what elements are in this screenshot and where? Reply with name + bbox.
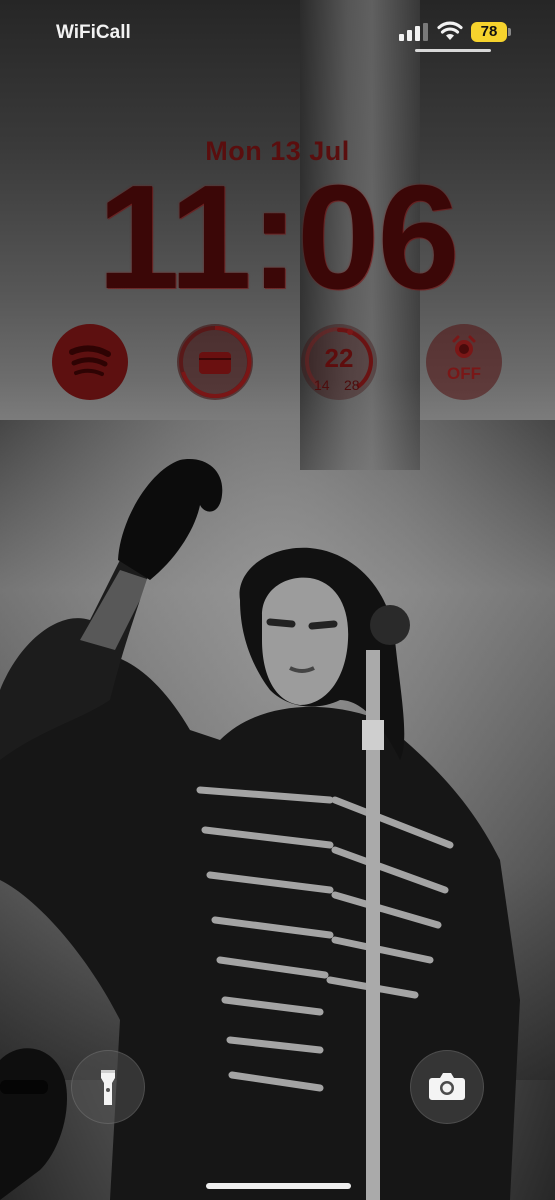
- alarm-status: OFF: [447, 364, 481, 383]
- status-bar: WiFiCall 78: [0, 0, 555, 66]
- flashlight-button[interactable]: [71, 1050, 145, 1124]
- spotify-widget[interactable]: [52, 324, 128, 400]
- camera-button[interactable]: [410, 1050, 484, 1124]
- carrier-label: WiFiCall: [56, 22, 131, 43]
- low-temperature: 14: [314, 377, 330, 393]
- wifi-icon: [437, 21, 463, 40]
- alarm-widget[interactable]: OFF: [426, 324, 502, 400]
- home-indicator[interactable]: [206, 1183, 351, 1189]
- spotify-icon: [69, 345, 111, 376]
- temperature-widget[interactable]: 22 14 28: [301, 324, 377, 400]
- flashlight-icon: [101, 1070, 115, 1105]
- high-temperature: 28: [344, 377, 360, 393]
- battery-icon: 78: [471, 22, 513, 42]
- alarm-clock-icon: [452, 335, 476, 358]
- current-temperature: 22: [324, 343, 354, 373]
- cellular-signal-icon: [399, 23, 429, 41]
- wallet-icon: [179, 325, 252, 398]
- battery-level: 78: [480, 23, 498, 40]
- control-center-indicator[interactable]: [415, 49, 491, 52]
- camera-icon: [429, 1073, 465, 1100]
- lock-time: 11:06: [97, 155, 459, 320]
- wallet-widget[interactable]: [177, 324, 253, 400]
